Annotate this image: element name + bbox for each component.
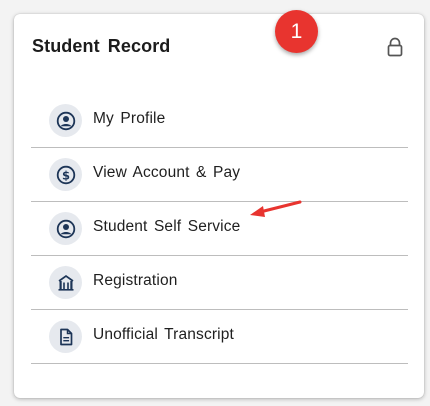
student-record-card: Student Record My Profile $ View Account… (14, 14, 424, 398)
lock-icon[interactable] (386, 37, 404, 57)
page: Student Record My Profile $ View Account… (0, 0, 430, 406)
annotation-arrow-icon (250, 200, 302, 217)
user-circle-icon (49, 212, 82, 245)
menu-item-label: Student Self Service (93, 218, 241, 235)
menu-item-unofficial-transcript[interactable]: Unofficial Transcript (31, 310, 408, 364)
menu-item-label: Registration (93, 272, 178, 289)
menu-item-label: Unofficial Transcript (93, 326, 234, 343)
menu-item-label: View Account & Pay (93, 164, 241, 181)
menu-item-label: My Profile (93, 110, 166, 127)
svg-text:$: $ (61, 168, 69, 182)
menu-item-my-profile[interactable]: My Profile (31, 94, 408, 148)
menu-item-registration[interactable]: Registration (31, 256, 408, 310)
user-circle-icon (49, 104, 82, 137)
document-icon (49, 320, 82, 353)
card-title: Student Record (32, 36, 171, 56)
menu-item-view-account-pay[interactable]: $ View Account & Pay (31, 148, 408, 202)
dollar-circle-icon: $ (49, 158, 82, 191)
student-record-menu: My Profile $ View Account & Pay Student … (31, 94, 408, 364)
menu-item-student-self-service[interactable]: Student Self Service (31, 202, 408, 256)
building-icon (49, 266, 82, 299)
step-number-badge: 1 (275, 10, 318, 53)
